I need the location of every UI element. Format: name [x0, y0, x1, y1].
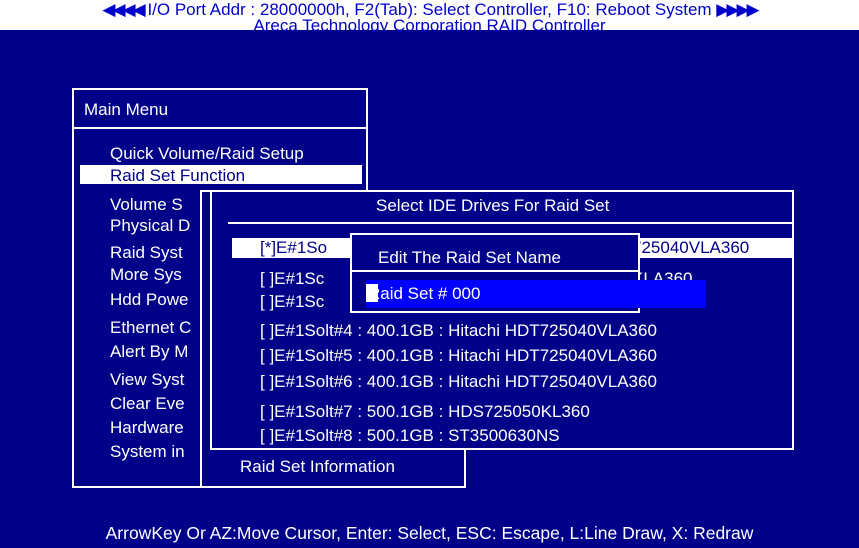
menu-item-raid-set-information[interactable]: Raid Set Information — [240, 457, 395, 477]
bottom-help-bar: ArrowKey Or AZ:Move Cursor, Enter: Selec… — [0, 518, 859, 548]
edit-name-dialog-title: Edit The Raid Set Name — [378, 248, 561, 267]
drive-1-checkbox-label: [*]E#1So — [260, 238, 328, 257]
menu-item-ethernet-configuration[interactable]: Ethernet C — [110, 318, 191, 338]
drive-row-5[interactable]: [ ]E#1Solt#5 : 400.1GB : Hitachi HDT7250… — [260, 346, 657, 366]
drive-1-model-tail: 725040VLA360 — [632, 238, 750, 257]
menu-item-alert-by-mail[interactable]: Alert By M — [110, 342, 188, 362]
menu-item-quick-volume-raid-setup[interactable]: Quick Volume/Raid Setup — [110, 144, 304, 164]
drive-2-checkbox-label: [ ]E#1Sc — [260, 269, 325, 288]
edit-name-title-separator — [350, 270, 640, 272]
menu-item-clear-event-buffer[interactable]: Clear Eve — [110, 394, 185, 414]
menu-item-volume-set-function[interactable]: Volume S — [110, 195, 183, 215]
menu-item-raid-set-function[interactable]: Raid Set Function — [80, 165, 362, 184]
select-drives-title-separator — [228, 222, 794, 224]
menu-item-physical-drives[interactable]: Physical D — [110, 216, 190, 236]
menu-item-more-system-functions[interactable]: More Sys — [110, 265, 182, 285]
menu-item-system-information[interactable]: System in — [110, 442, 185, 462]
drive-3-checkbox-label: [ ]E#1Sc — [260, 292, 325, 311]
drive-row-6[interactable]: [ ]E#1Solt#6 : 400.1GB : Hitachi HDT7250… — [260, 372, 657, 392]
drive-row-7[interactable]: [ ]E#1Solt#7 : 500.1GB : HDS725050KL360 — [260, 402, 590, 422]
menu-item-raid-system-function[interactable]: Raid Syst — [110, 243, 183, 263]
menu-item-hardware-monitor[interactable]: Hardware — [110, 418, 184, 438]
controller-title: Areca Technology Corporation RAID Contro… — [253, 17, 606, 31]
select-drives-dialog-title: Select IDE Drives For Raid Set — [376, 196, 610, 215]
raid-set-name-input[interactable]: Raid Set # 000 — [366, 280, 706, 308]
drive-row-8[interactable]: [ ]E#1Solt#8 : 500.1GB : ST3500630NS — [260, 426, 560, 446]
drive-row-4[interactable]: [ ]E#1Solt#4 : 400.1GB : Hitachi HDT7250… — [260, 321, 657, 341]
main-menu-separator — [72, 127, 368, 129]
menu-item-hdd-power-management[interactable]: Hdd Powe — [110, 290, 188, 310]
main-menu-title: Main Menu — [84, 100, 169, 119]
top-status-bar: ◀◀◀◀ I/O Port Addr : 28000000h, F2(Tab):… — [0, 0, 859, 31]
raid-set-name-value: Raid Set # 000 — [368, 284, 481, 303]
menu-item-view-system-events[interactable]: View Syst — [110, 370, 184, 390]
